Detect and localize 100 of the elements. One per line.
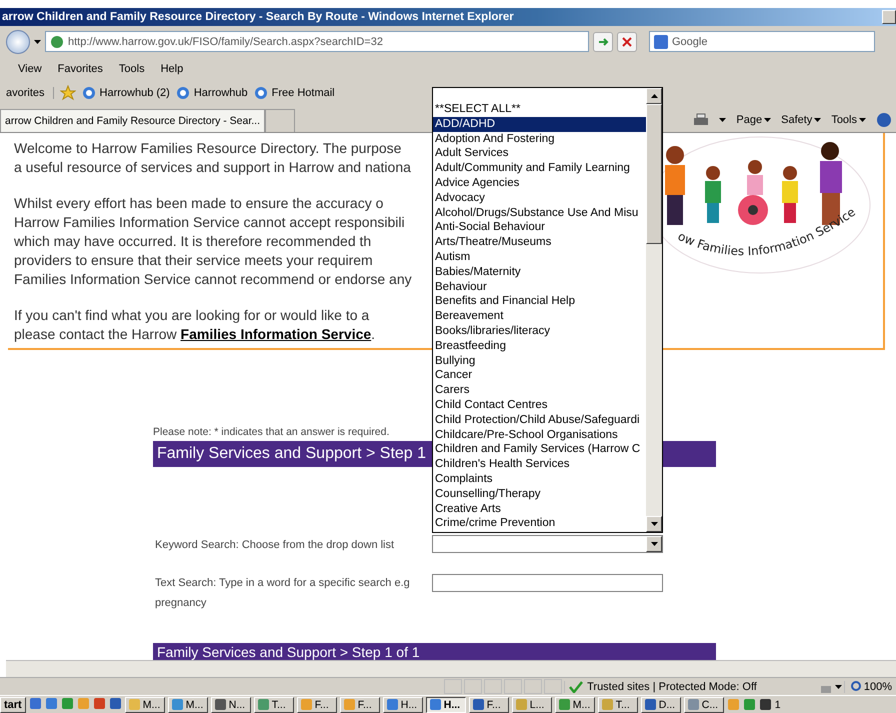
taskbar-button[interactable]: H... bbox=[426, 696, 466, 712]
star-icon bbox=[60, 85, 76, 101]
app-icon bbox=[170, 698, 184, 711]
close-icon bbox=[622, 36, 632, 46]
dropdown-option[interactable]: Child Protection/Child Abuse/Safeguardi bbox=[433, 412, 646, 428]
dropdown-option[interactable]: Crime/crime Prevention bbox=[433, 516, 646, 532]
app-icon bbox=[300, 698, 313, 711]
menu-item[interactable]: Tools bbox=[118, 62, 145, 74]
favorites-label[interactable]: avorites bbox=[6, 87, 54, 99]
app-icon bbox=[600, 698, 614, 711]
dropdown-option[interactable]: Adoption And Fostering bbox=[433, 132, 646, 146]
dropdown-option[interactable]: Advocacy bbox=[433, 190, 646, 206]
caret-icon bbox=[34, 40, 41, 44]
families-service-link[interactable]: Families Information Service bbox=[180, 326, 372, 342]
minimize-button[interactable] bbox=[882, 10, 896, 24]
taskbar-button[interactable]: F... bbox=[468, 696, 509, 712]
clock: 1 bbox=[774, 698, 781, 710]
start-button[interactable]: tart bbox=[0, 696, 26, 712]
app-icon bbox=[60, 696, 74, 710]
horizontal-scrollbar[interactable] bbox=[6, 660, 896, 677]
search-field[interactable]: Google bbox=[649, 31, 875, 52]
taskbar-button[interactable]: N... bbox=[210, 696, 251, 712]
taskbar-button[interactable]: M... bbox=[168, 696, 208, 712]
dropdown-option[interactable]: Babies/Maternity bbox=[433, 264, 646, 280]
taskbar-button[interactable]: C... bbox=[684, 696, 724, 712]
dropdown-option[interactable]: Behaviour bbox=[433, 280, 646, 294]
menu-item[interactable]: Help bbox=[160, 62, 184, 74]
app-icon bbox=[428, 698, 442, 711]
dropdown-option[interactable]: Carers bbox=[433, 383, 646, 398]
dropdown-option[interactable]: Adult Services bbox=[433, 146, 646, 162]
favorite-link[interactable]: Harrowhub bbox=[176, 86, 248, 100]
app-icon bbox=[342, 698, 356, 711]
taskbar-button[interactable]: D... bbox=[640, 696, 681, 712]
text-search-label: Text Search: Type in a word for a specific search e.g pregnancy bbox=[154, 576, 411, 611]
dropdown-option[interactable]: Adult/Community and Family Learning bbox=[433, 161, 646, 176]
taskbar-button[interactable]: T... bbox=[254, 696, 294, 712]
taskbar-button[interactable]: H... bbox=[382, 696, 423, 712]
back-button[interactable] bbox=[6, 30, 30, 54]
toolbar-button[interactable]: Safety bbox=[781, 114, 822, 126]
dropdown-option[interactable]: Benefits and Financial Help bbox=[433, 294, 646, 310]
dropdown-option[interactable]: Arts/Theatre/Museums bbox=[433, 235, 646, 250]
dropdown-option[interactable]: Advice Agencies bbox=[433, 176, 646, 191]
address-field[interactable]: http://www.harrow.gov.uk/FISO/family/Search.aspx?searchID=32 bbox=[45, 31, 589, 52]
browser-tab[interactable]: arrow Children and Family Resource Directory - Sear... bbox=[0, 109, 266, 132]
caret-icon bbox=[764, 118, 772, 122]
dropdown-option[interactable]: Bullying bbox=[433, 354, 646, 368]
caret-icon bbox=[650, 522, 658, 526]
taskbar-button[interactable]: M... bbox=[124, 696, 165, 712]
dropdown-option[interactable]: Breastfeeding bbox=[433, 338, 646, 354]
dropdown-option[interactable]: Complaints bbox=[433, 472, 646, 487]
help-icon bbox=[876, 112, 892, 128]
scroll-down-button[interactable] bbox=[646, 516, 662, 532]
taskbar-button[interactable]: T... bbox=[598, 696, 638, 712]
caret-icon bbox=[719, 118, 726, 122]
dropdown-option[interactable]: Creative Arts bbox=[433, 502, 646, 516]
dropdown-option[interactable]: ADD/ADHD bbox=[433, 116, 646, 132]
toolbar-button[interactable]: Tools bbox=[831, 114, 866, 126]
stop-button[interactable] bbox=[617, 32, 637, 52]
dropdown-option[interactable]: Anti-Social Behaviour bbox=[433, 220, 646, 236]
scroll-thumb[interactable] bbox=[646, 104, 662, 244]
category-dropdown-list[interactable] bbox=[432, 87, 663, 533]
taskbar-button[interactable]: M... bbox=[554, 696, 595, 712]
dropdown-option[interactable]: **SELECT ALL** bbox=[433, 102, 646, 117]
favorite-link[interactable]: Harrowhub (2) bbox=[82, 86, 170, 100]
toolbar-button[interactable]: Page bbox=[736, 114, 772, 126]
refresh-button[interactable] bbox=[593, 32, 613, 52]
app-icon bbox=[686, 698, 700, 711]
dropdown-option[interactable]: Children and Family Services (Harrow C bbox=[433, 442, 646, 458]
taskbar-button[interactable]: F... bbox=[296, 696, 337, 712]
dropdown-option[interactable]: Alcohol/Drugs/Substance Use And Misu bbox=[433, 206, 646, 220]
print-icon bbox=[693, 113, 710, 127]
keyword-select[interactable] bbox=[432, 535, 663, 553]
dropdown-option[interactable]: Child Contact Centres bbox=[433, 398, 646, 413]
dropdown-option[interactable]: Books/libraries/literacy bbox=[433, 324, 646, 339]
dropdown-option[interactable]: Childcare/Pre-School Organisations bbox=[433, 428, 646, 442]
dropdown-option[interactable]: Bereavement bbox=[433, 309, 646, 324]
menu-item[interactable]: Favorites bbox=[58, 62, 103, 74]
dropdown-option[interactable]: Autism bbox=[433, 250, 646, 265]
magnifier-icon bbox=[850, 681, 862, 692]
security-zone: Trusted sites | Protected Mode: Off bbox=[564, 680, 817, 692]
caret-icon bbox=[814, 118, 822, 122]
app-icon bbox=[742, 698, 756, 711]
zoom-button[interactable]: 100% bbox=[844, 680, 892, 692]
favorite-link[interactable]: Free Hotmail bbox=[254, 86, 335, 100]
taskbar-button[interactable]: L... bbox=[512, 696, 552, 712]
caret-icon bbox=[650, 542, 658, 546]
status-pane bbox=[444, 679, 462, 694]
menu-item[interactable]: View bbox=[18, 62, 42, 74]
dropdown-option[interactable]: Counselling/Therapy bbox=[433, 486, 646, 502]
status-pane bbox=[464, 679, 482, 694]
status-pane bbox=[484, 679, 502, 694]
dropdown-option[interactable]: Cancer bbox=[433, 368, 646, 384]
checkmark-icon bbox=[569, 680, 584, 692]
app-icon bbox=[472, 698, 485, 711]
text-search-field[interactable] bbox=[432, 574, 663, 592]
taskbar-button[interactable]: F... bbox=[340, 696, 380, 712]
keyword-label: Keyword Search: Choose from the drop down list bbox=[154, 538, 396, 553]
scroll-up-button[interactable] bbox=[646, 88, 662, 104]
dropdown-button[interactable] bbox=[646, 536, 662, 552]
app-icon bbox=[726, 698, 740, 711]
